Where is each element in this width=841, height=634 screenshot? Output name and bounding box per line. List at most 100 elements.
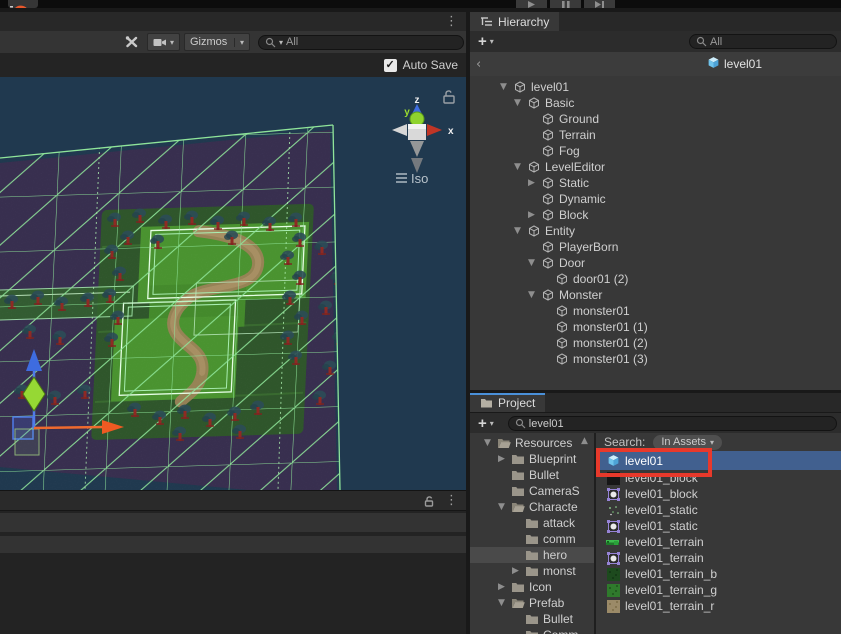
- step-button[interactable]: [584, 0, 615, 8]
- foldout-arrow-icon[interactable]: ▶: [498, 454, 511, 464]
- autosave-checkbox[interactable]: ✓: [384, 59, 397, 72]
- bottom-menu-kebab-icon[interactable]: ⋮: [445, 494, 458, 507]
- hierarchy-row[interactable]: Ground: [470, 111, 841, 127]
- foldout-arrow-icon[interactable]: ▼: [514, 162, 527, 172]
- chevron-down-icon[interactable]: ▾: [490, 37, 494, 46]
- asset-result-row[interactable]: level01_static: [596, 518, 841, 534]
- hierarchy-row[interactable]: monster01 (1): [470, 319, 841, 335]
- hierarchy-row[interactable]: monster01: [470, 303, 841, 319]
- project-folder-row[interactable]: ▶Icon: [470, 579, 594, 595]
- hierarchy-row[interactable]: ▼Entity: [470, 223, 841, 239]
- hierarchy-row[interactable]: PlayerBorn: [470, 239, 841, 255]
- project-folder-row[interactable]: ▼Prefab: [470, 595, 594, 611]
- breadcrumb-item[interactable]: level01: [707, 56, 762, 72]
- gameobject-icon: [528, 225, 540, 237]
- asset-label: level01_terrain: [625, 551, 704, 565]
- back-chevron-icon[interactable]: ‹: [476, 57, 481, 72]
- tab-hierarchy[interactable]: Hierarchy: [470, 12, 559, 31]
- hierarchy-row[interactable]: ▼level01: [470, 79, 841, 95]
- project-folder-row[interactable]: comm: [470, 531, 594, 547]
- foldout-arrow-icon[interactable]: ▶: [528, 210, 541, 220]
- terrain-mesh-icon: [606, 536, 620, 549]
- hierarchy-row[interactable]: ▼Monster: [470, 287, 841, 303]
- asset-result-row[interactable]: level01_static: [596, 502, 841, 518]
- hierarchy-row[interactable]: monster01 (2): [470, 335, 841, 351]
- search-scope-dropdown[interactable]: In Assets ▾: [653, 435, 722, 450]
- hierarchy-row[interactable]: ▼Basic: [470, 95, 841, 111]
- asset-label: level01_static: [625, 503, 698, 517]
- foldout-arrow-icon[interactable]: ▼: [498, 598, 511, 608]
- scene-search-input[interactable]: ▾ All: [258, 35, 464, 50]
- tools-button[interactable]: [118, 33, 144, 51]
- asset-result-row[interactable]: level01_terrain_r: [596, 598, 841, 614]
- foldout-arrow-icon[interactable]: ▼: [528, 258, 541, 268]
- project-search-input[interactable]: level01: [508, 416, 837, 431]
- unlock-icon[interactable]: [423, 495, 435, 507]
- project-folder-row[interactable]: CameraS: [470, 483, 594, 499]
- collapsed-row[interactable]: [0, 536, 466, 553]
- hierarchy-row[interactable]: Dynamic: [470, 191, 841, 207]
- gizmos-dropdown-button[interactable]: Gizmos ▾: [184, 33, 250, 51]
- asset-label: level01_block: [625, 471, 698, 485]
- play-button[interactable]: [516, 0, 547, 8]
- hierarchy-row[interactable]: Terrain: [470, 127, 841, 143]
- project-folder-row[interactable]: attack: [470, 515, 594, 531]
- chevron-down-icon[interactable]: ▾: [490, 419, 494, 428]
- asset-result-row[interactable]: level01_terrain: [596, 534, 841, 550]
- scene-menu-kebab-icon[interactable]: ⋮: [445, 15, 458, 28]
- project-folder-row[interactable]: ▼Characte: [470, 499, 594, 515]
- foldout-arrow-icon[interactable]: ▶: [512, 566, 525, 576]
- asset-result-row[interactable]: level01_terrain_g: [596, 582, 841, 598]
- foldout-arrow-icon[interactable]: ▼: [498, 502, 511, 512]
- foldout-arrow-icon[interactable]: ▼: [484, 438, 497, 448]
- gizmos-label: Gizmos: [190, 36, 227, 48]
- hierarchy-row[interactable]: door01 (2): [470, 271, 841, 287]
- foldout-arrow-icon[interactable]: ▶: [498, 582, 511, 592]
- folder-icon: [511, 485, 525, 497]
- search-icon: [265, 37, 276, 48]
- project-folder-row[interactable]: Bullet: [470, 467, 594, 483]
- project-folder-row[interactable]: hero: [470, 547, 594, 563]
- top-transport-bar: [0, 0, 841, 8]
- row-label: Block: [559, 208, 588, 222]
- hierarchy-row[interactable]: Fog: [470, 143, 841, 159]
- scene-toolbar: ▾ Gizmos ▾ ▾ All: [0, 31, 466, 53]
- collab-icon[interactable]: [8, 0, 38, 8]
- asset-result-row[interactable]: level01_block: [596, 486, 841, 502]
- scroll-up-arrow-icon[interactable]: ▲: [581, 436, 588, 446]
- hierarchy-row[interactable]: monster01 (3): [470, 351, 841, 367]
- asset-result-row[interactable]: level01: [596, 451, 841, 470]
- project-folder-row[interactable]: Comm: [470, 627, 594, 634]
- projection-label: Iso: [411, 171, 428, 186]
- create-button[interactable]: +: [478, 34, 487, 49]
- asset-result-row[interactable]: level01_terrain_b: [596, 566, 841, 582]
- hierarchy-row[interactable]: ▼LevelEditor: [470, 159, 841, 175]
- asset-result-row[interactable]: level01_block: [596, 470, 841, 486]
- project-folder-row[interactable]: ▶monst: [470, 563, 594, 579]
- project-folder-row[interactable]: Bullet: [470, 611, 594, 627]
- tab-project[interactable]: Project: [470, 393, 545, 412]
- create-button[interactable]: +: [478, 416, 487, 431]
- results-header: Search: In Assets ▾: [596, 433, 841, 451]
- collapsed-row[interactable]: [0, 513, 466, 532]
- hierarchy-row[interactable]: ▶Static: [470, 175, 841, 191]
- foldout-arrow-icon[interactable]: ▶: [528, 178, 541, 188]
- project-folder-row[interactable]: ▶Blueprint: [470, 451, 594, 467]
- chevron-down-icon: ▾: [234, 38, 244, 47]
- prefab-icon: [607, 454, 620, 467]
- pause-button[interactable]: [550, 0, 581, 8]
- camera-dropdown-button[interactable]: ▾: [147, 33, 180, 51]
- hierarchy-row[interactable]: ▼Door: [470, 255, 841, 271]
- row-label: Resources: [515, 436, 572, 450]
- foldout-arrow-icon[interactable]: ▼: [514, 226, 527, 236]
- asset-result-row[interactable]: level01_terrain: [596, 550, 841, 566]
- hierarchy-search-input[interactable]: All: [689, 34, 837, 49]
- foldout-arrow-icon[interactable]: ▼: [514, 98, 527, 108]
- project-tabbar: Project: [470, 393, 841, 412]
- scene-viewport[interactable]: z y x Iso: [0, 77, 466, 490]
- foldout-arrow-icon[interactable]: ▼: [528, 290, 541, 300]
- gameobject-icon: [556, 321, 568, 333]
- hierarchy-row[interactable]: ▶ Block: [470, 207, 841, 223]
- project-folder-row[interactable]: ▼ Resources: [470, 435, 594, 451]
- foldout-arrow-icon[interactable]: ▼: [500, 82, 513, 92]
